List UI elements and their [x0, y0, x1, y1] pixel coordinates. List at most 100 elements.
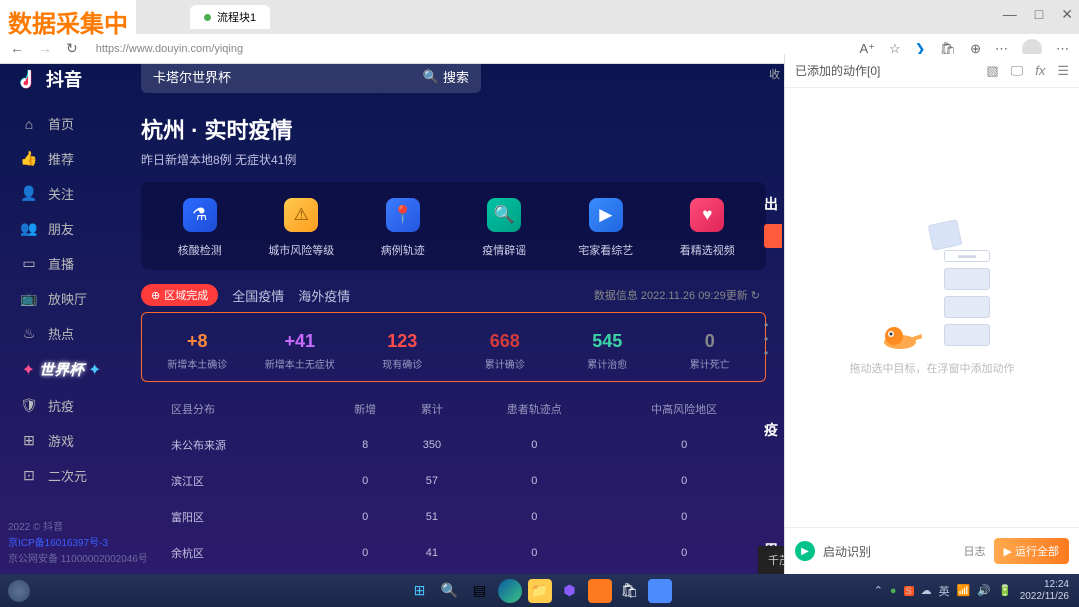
sidebar-label: 直播 — [48, 254, 74, 273]
maximize-button[interactable]: □ — [1035, 6, 1043, 23]
weather-widget[interactable] — [8, 580, 30, 602]
play-icon[interactable]: ▶ — [795, 541, 815, 561]
sidebar-item[interactable]: 📺放映厅 — [0, 281, 123, 316]
fx-icon[interactable]: fx — [1035, 63, 1045, 79]
sidebar-item[interactable]: 👤关注 — [0, 176, 123, 211]
table-cell: 0 — [604, 464, 764, 498]
bookmark-hint: 收 — [769, 66, 780, 82]
sidebar-item[interactable]: ⊞游戏 — [0, 423, 123, 458]
browser-chrome: 流程块1 — □ ✕ ← → ↻ https://www.douyin.com/… — [0, 0, 1079, 54]
table-cell: 0 — [466, 464, 602, 498]
tab-overseas[interactable]: 海外疫情 — [298, 286, 350, 305]
task-view-icon[interactable]: ▤ — [468, 579, 492, 603]
app-icon-4[interactable] — [648, 579, 672, 603]
sidebar-label: 首页 — [48, 114, 74, 133]
quick-card[interactable]: ⚗核酸检测 — [149, 198, 251, 258]
tray-icon[interactable]: ● — [890, 585, 897, 597]
explorer-icon[interactable]: 📁 — [528, 579, 552, 603]
quick-card[interactable]: 🔍疫情辟谣 — [454, 198, 556, 258]
table-cell: 0 — [604, 428, 764, 462]
automation-panel: 已添加的动作[0] ▧ 🖵 fx ☰ ▬▬ 拖动选中目标，在浮窗中添加动作 ▶ … — [784, 54, 1079, 574]
chevron-up-icon[interactable]: ⌃ — [874, 584, 883, 597]
search-input[interactable] — [153, 69, 423, 84]
table-cell: 41 — [400, 536, 465, 570]
search-bar: 🔍 搜索 — [141, 60, 481, 93]
quick-card[interactable]: 📍病例轨迹 — [352, 198, 454, 258]
table-header: 累计 — [400, 392, 465, 426]
stat-label: 累计确诊 — [454, 356, 557, 371]
search-app-icon[interactable]: 🔍 — [438, 579, 462, 603]
sidebar-item[interactable]: 👥朋友 — [0, 211, 123, 246]
empty-illustration: ▬▬ — [862, 240, 1002, 350]
screenshot-icon[interactable]: ▧ — [986, 63, 998, 79]
stat-label: 新增本土无症状 — [249, 356, 352, 371]
app-icon-1[interactable]: ⬢ — [558, 579, 582, 603]
table-header: 中高风险地区 — [604, 392, 764, 426]
start-button[interactable]: ⊞ — [408, 579, 432, 603]
clock[interactable]: 12:24 2022/11/26 — [1020, 579, 1069, 603]
table-cell: 0 — [604, 500, 764, 534]
system-tray[interactable]: ⌃ ● S ☁ 英 📶 🔊 🔋 — [874, 583, 1012, 599]
edge-icon[interactable] — [498, 579, 522, 603]
tab-bar: 流程块1 — □ ✕ — [0, 0, 1079, 34]
sidebar-item-worldcup[interactable]: ✦ 世界杯 ✦ — [0, 351, 123, 388]
collapse-icon[interactable]: ☰ — [1057, 63, 1069, 79]
table-row: 滨江区05700 — [143, 464, 764, 498]
window-controls: — □ ✕ — [1003, 6, 1073, 23]
card-label: 核酸检测 — [149, 242, 251, 258]
sidebar-icon: 👤 — [20, 185, 38, 202]
empty-hint: 拖动选中目标，在浮窗中添加动作 — [850, 360, 1015, 376]
monitor-icon[interactable]: 🖵 — [1011, 63, 1024, 79]
quick-card[interactable]: ⚠城市风险等级 — [251, 198, 353, 258]
quick-card[interactable]: ♥看精选视频 — [657, 198, 759, 258]
stat-cell: 0累计死亡 — [659, 331, 762, 371]
stat-cell: 668累计确诊 — [454, 331, 557, 371]
card-icon: ⚠ — [284, 198, 318, 232]
sidebar-label: 抗疫 — [48, 396, 74, 415]
sidebar-icon: 📺 — [20, 290, 38, 307]
sidebar-icon: ⊡ — [20, 467, 38, 484]
wifi-icon[interactable]: 📶 — [957, 584, 971, 597]
minimize-button[interactable]: — — [1003, 6, 1017, 23]
stats-box: +8新增本土确诊+41新增本土无症状123现有确诊668累计确诊545累计治愈0… — [141, 312, 766, 382]
sidebar-label: 推荐 — [48, 149, 74, 168]
onedrive-icon[interactable]: ☁ — [921, 584, 932, 597]
district-table: 区县分布新增累计患者轨迹点中高风险地区 未公布来源835000滨江区05700富… — [141, 390, 766, 572]
app-icon-2[interactable] — [588, 579, 612, 603]
log-link[interactable]: 日志 — [964, 543, 986, 559]
table-cell: 0 — [333, 464, 398, 498]
tray-icon[interactable]: S — [904, 586, 914, 596]
sidebar-item[interactable]: ⌂ 首页 — [0, 106, 123, 141]
url-input[interactable]: https://www.douyin.com/yiqing — [88, 41, 850, 57]
app-icon-3[interactable]: 🛍 — [618, 579, 642, 603]
table-row: 余杭区04100 — [143, 536, 764, 570]
sidebar-item[interactable]: 🛡 抗疫 — [0, 388, 123, 423]
table-row: 富阳区05100 — [143, 500, 764, 534]
stat-cell: +8新增本土确诊 — [146, 331, 249, 371]
sidebar-icon: ♨ — [20, 325, 38, 342]
sidebar-item[interactable]: ▭直播 — [0, 246, 123, 281]
close-button[interactable]: ✕ — [1061, 6, 1073, 23]
run-all-button[interactable]: ▶ 运行全部 — [994, 538, 1069, 564]
taskbar: ⊞ 🔍 ▤ 📁 ⬢ 🛍 ⌃ ● S ☁ 英 📶 🔊 🔋 12:24 2022/1… — [0, 574, 1079, 607]
logo[interactable]: 抖音 — [0, 66, 123, 106]
browser-tab[interactable]: 流程块1 — [190, 5, 270, 29]
sidebar-item[interactable]: ⊡二次元 — [0, 458, 123, 493]
start-recognize-label[interactable]: 启动识别 — [823, 543, 956, 560]
stat-cell: +41新增本土无症状 — [249, 331, 352, 371]
stat-value: 123 — [351, 331, 454, 352]
douyin-logo-icon — [18, 67, 40, 91]
ime-icon[interactable]: 英 — [939, 583, 950, 599]
sidebar-item[interactable]: ♨热点 — [0, 316, 123, 351]
region-pill[interactable]: ⊕ 区域完成 — [141, 284, 218, 306]
volume-icon[interactable]: 🔊 — [977, 584, 991, 597]
quick-card[interactable]: ▶宅家看综艺 — [555, 198, 657, 258]
sidebar-icon: ⌂ — [20, 116, 38, 132]
search-button[interactable]: 🔍 搜索 — [423, 67, 469, 86]
table-cell: 0 — [466, 428, 602, 462]
sidebar-icon: 🛡 — [20, 397, 38, 414]
battery-icon[interactable]: 🔋 — [998, 584, 1012, 597]
table-cell: 0 — [466, 500, 602, 534]
tab-national[interactable]: 全国疫情 — [232, 286, 284, 305]
sidebar-item[interactable]: 👍推荐 — [0, 141, 123, 176]
